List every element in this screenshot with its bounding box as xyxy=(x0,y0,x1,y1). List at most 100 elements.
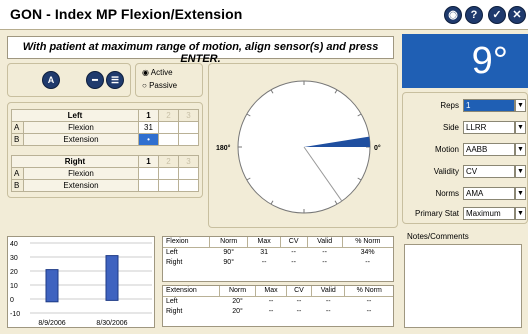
gauge-left-label: 180° xyxy=(216,144,231,152)
passive-radio[interactable]: ○ Passive xyxy=(142,81,177,90)
reps-select[interactable]: 1 xyxy=(463,99,515,112)
col-header: % Norm xyxy=(341,237,393,248)
col-header: Valid xyxy=(311,286,345,297)
flexion-results: Flexion Norm Max CV Valid % Norm Left 90… xyxy=(162,236,394,282)
table-cell: 90° xyxy=(223,258,234,266)
chart-tick-label: 40 xyxy=(10,241,18,248)
row-label: Flexion xyxy=(23,121,139,134)
current-value-display: 9° xyxy=(402,34,528,88)
radio-selected-icon: ◉ xyxy=(142,68,149,77)
col-1: 1 xyxy=(138,109,159,122)
check-icon[interactable]: ✓ xyxy=(488,6,506,24)
chart-category-label: 8/30/2006 xyxy=(96,320,127,327)
col-header: CV xyxy=(285,286,312,297)
cell-value[interactable] xyxy=(178,121,199,134)
cell-value[interactable] xyxy=(178,167,199,180)
cell-value[interactable]: 31 xyxy=(138,121,159,134)
table-cell: 90° xyxy=(223,248,234,256)
notes-textarea[interactable] xyxy=(404,244,522,328)
side-label: Side xyxy=(442,123,459,132)
table-cell: 20° xyxy=(232,307,243,315)
history-chart-svg: 40 30 20 10 0 -10 8/9/2006 8/30/2006 xyxy=(10,241,152,327)
right-header: Right xyxy=(11,155,139,168)
notes-panel: Notes/Comments xyxy=(404,232,522,328)
reps-label: Reps xyxy=(440,101,459,110)
table-cell: -- xyxy=(366,297,372,305)
motion-select[interactable]: AABB xyxy=(463,143,515,156)
chevron-down-icon[interactable]: ▼ xyxy=(515,121,526,134)
table-cell: 31 xyxy=(260,248,269,256)
table-cell: -- xyxy=(261,258,267,266)
sensor-panel: A ━ ☰ xyxy=(7,63,131,97)
sensor-a-button[interactable]: A xyxy=(42,71,60,89)
close-round-icon[interactable]: ◉ xyxy=(444,6,462,24)
table-cell: -- xyxy=(365,258,370,266)
table-cell: -- xyxy=(296,297,302,305)
col-header: CV xyxy=(279,237,307,248)
row-label: Right xyxy=(166,258,183,266)
cell-value[interactable] xyxy=(138,179,159,192)
chevron-down-icon[interactable]: ▼ xyxy=(515,165,526,178)
cell-value[interactable] xyxy=(158,167,179,180)
title-bar: GON - Index MP Flexion/Extension ◉ ? ✓ ✕ xyxy=(0,0,528,30)
table-cell: -- xyxy=(322,248,327,256)
motion-label: Motion xyxy=(434,145,459,154)
table-cell: -- xyxy=(325,307,331,315)
row-label: Right xyxy=(166,307,183,315)
row-id: A xyxy=(11,167,24,180)
gauge-right-label: 0° xyxy=(374,144,381,152)
primary-stat-label: Primary Stat xyxy=(414,209,459,218)
cell-value[interactable] xyxy=(178,133,199,146)
chart-category-label: 8/9/2006 xyxy=(38,320,65,327)
col-3: 3 xyxy=(178,109,199,122)
gauge-panel: 180° 0° xyxy=(208,63,398,228)
left-table: Left 1 2 3 A Flexion 31 B Extension • xyxy=(11,109,199,146)
cell-value[interactable] xyxy=(158,179,179,192)
passive-label: Passive xyxy=(149,81,178,90)
minus-icon[interactable]: ━ xyxy=(86,71,104,89)
exit-icon[interactable]: ✕ xyxy=(508,6,526,24)
cell-value[interactable] xyxy=(158,121,179,134)
table-cell: -- xyxy=(296,307,302,315)
chart-tick-label: 30 xyxy=(10,255,18,262)
table-cell: -- xyxy=(268,297,274,305)
flexion-results-table: Flexion Norm Max CV Valid % Norm Left 90… xyxy=(163,237,393,267)
menu-icon[interactable]: ☰ xyxy=(106,71,124,89)
instruction-box: With patient at maximum range of motion,… xyxy=(7,36,394,65)
primary-stat-select[interactable]: Maximum xyxy=(463,207,515,220)
col-header: Extension xyxy=(163,286,220,297)
col-header: Max xyxy=(255,286,287,297)
col-2: 2 xyxy=(158,109,179,122)
table-cell: -- xyxy=(322,258,327,266)
cell-selected[interactable]: • xyxy=(138,133,159,146)
chart-bar xyxy=(105,255,119,301)
col-header: % Norm xyxy=(344,286,393,297)
row-id: B xyxy=(11,179,24,192)
range-gauge: 180° 0° xyxy=(216,80,381,214)
col-header: Valid xyxy=(306,237,343,248)
chevron-down-icon[interactable]: ▼ xyxy=(515,207,526,220)
table-cell: 20° xyxy=(232,297,243,305)
chart-tick-label: 10 xyxy=(10,283,18,290)
cell-value[interactable] xyxy=(138,167,159,180)
chevron-down-icon[interactable]: ▼ xyxy=(515,143,526,156)
history-chart: 40 30 20 10 0 -10 8/9/2006 8/30/2006 xyxy=(7,236,155,328)
table-cell: -- xyxy=(268,307,274,315)
chevron-down-icon[interactable]: ▼ xyxy=(515,187,526,200)
help-icon[interactable]: ? xyxy=(465,6,483,24)
cell-value[interactable] xyxy=(158,133,179,146)
side-select[interactable]: LLRR xyxy=(463,121,515,134)
active-label: Active xyxy=(150,68,173,77)
row-id: B xyxy=(11,133,24,146)
col-header: Norm xyxy=(218,286,256,297)
norms-select[interactable]: AMA xyxy=(463,187,515,200)
settings-panel: Reps 1 ▼ Side LLRR ▼ Motion AABB ▼ Valid… xyxy=(402,92,528,224)
table-cell: -- xyxy=(291,258,296,266)
chevron-down-icon[interactable]: ▼ xyxy=(515,99,526,112)
active-radio[interactable]: ◉ Active xyxy=(142,68,173,77)
cell-value[interactable] xyxy=(178,179,199,192)
left-header: Left xyxy=(11,109,139,122)
table-cell: -- xyxy=(366,307,372,315)
validity-select[interactable]: CV xyxy=(463,165,515,178)
row-label: Extension xyxy=(23,133,139,146)
